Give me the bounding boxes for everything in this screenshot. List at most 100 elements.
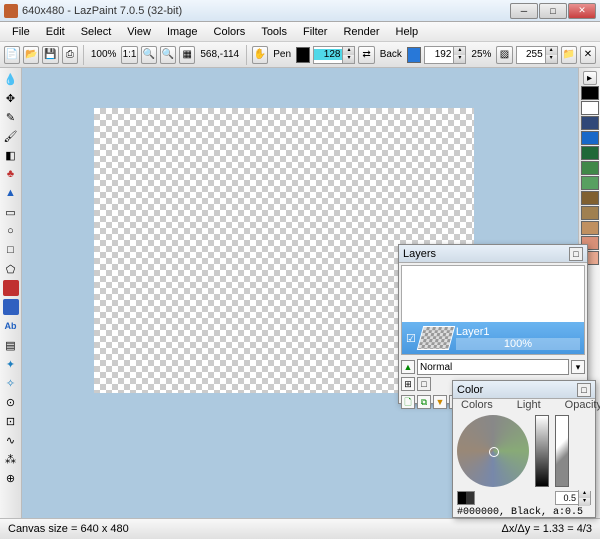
zoom-1to1-button[interactable]: 1:1 bbox=[121, 46, 137, 64]
minimize-button[interactable]: ─ bbox=[510, 3, 538, 19]
rect-select-tool[interactable]: ▭ bbox=[3, 204, 19, 220]
zoom-in-button[interactable]: 🔍 bbox=[141, 46, 157, 64]
hand-button[interactable]: ✋ bbox=[252, 46, 268, 64]
new-button[interactable]: 📄 bbox=[4, 46, 20, 64]
back-size-spinner[interactable]: ▴▾ bbox=[424, 46, 466, 64]
layer-menu-button[interactable]: ⊞ bbox=[401, 377, 415, 391]
color-compare-swatch[interactable] bbox=[457, 491, 475, 505]
layers-list[interactable]: ☑ Layer1 100% bbox=[401, 265, 585, 355]
alpha-icon[interactable]: ▨ bbox=[496, 46, 512, 64]
move-tool[interactable]: ✥ bbox=[3, 90, 19, 106]
close-file-button[interactable]: ✕ bbox=[580, 46, 596, 64]
opacity-slider[interactable] bbox=[555, 415, 569, 487]
back-color-swatch[interactable] bbox=[407, 47, 421, 63]
menu-select[interactable]: Select bbox=[73, 24, 120, 40]
deform-tool[interactable]: ✦ bbox=[3, 356, 19, 372]
pen-color-swatch[interactable] bbox=[296, 47, 310, 63]
clone-tool[interactable]: ▲ bbox=[3, 185, 19, 201]
alpha-spinner[interactable]: ▴▾ bbox=[516, 46, 558, 64]
layer-item[interactable]: ☑ Layer1 100% bbox=[402, 322, 584, 354]
color2-tool[interactable] bbox=[3, 299, 19, 315]
layer-opts-button[interactable]: □ bbox=[417, 377, 431, 391]
color-alpha-up[interactable]: ▴ bbox=[578, 490, 590, 498]
menu-image[interactable]: Image bbox=[159, 24, 206, 40]
palette-color[interactable] bbox=[581, 86, 599, 100]
palette-color[interactable] bbox=[581, 161, 599, 175]
palette-color[interactable] bbox=[581, 221, 599, 235]
rect-tool[interactable]: □ bbox=[3, 242, 19, 258]
menu-help[interactable]: Help bbox=[388, 24, 427, 40]
palette-menu-button[interactable]: ▸ bbox=[583, 71, 597, 85]
fill-tool[interactable]: ♣ bbox=[3, 166, 19, 182]
layers-close-button[interactable]: □ bbox=[569, 247, 583, 261]
brush-tool[interactable]: 🖌 bbox=[3, 128, 19, 144]
palette-color[interactable] bbox=[581, 146, 599, 160]
menu-filter[interactable]: Filter bbox=[295, 24, 335, 40]
pen-size-spinner[interactable]: ▴▾ bbox=[313, 46, 355, 64]
merge-down-button[interactable]: ▼ bbox=[433, 395, 447, 409]
back-size-down[interactable]: ▾ bbox=[453, 55, 465, 63]
magic-wand-tool[interactable]: ✧ bbox=[3, 375, 19, 391]
menu-view[interactable]: View bbox=[119, 24, 159, 40]
print-button[interactable]: ⎙ bbox=[62, 46, 78, 64]
pen-size-input[interactable] bbox=[314, 49, 342, 60]
close-button[interactable]: ✕ bbox=[568, 3, 596, 19]
blend-dropdown-button[interactable]: ▾ bbox=[571, 360, 585, 374]
pen-size-down[interactable]: ▾ bbox=[342, 55, 354, 63]
color-alpha-input[interactable] bbox=[556, 493, 578, 503]
back-size-up[interactable]: ▴ bbox=[453, 47, 465, 55]
pen-tool[interactable]: ✎ bbox=[3, 109, 19, 125]
color-panel[interactable]: Color □ Colors Light Opacity ▴▾ #000000,… bbox=[452, 380, 596, 518]
colorpicker-tool[interactable]: 💧 bbox=[3, 71, 19, 87]
dup-layer-button[interactable]: ⧉ bbox=[417, 395, 431, 409]
blend-mode-select[interactable] bbox=[417, 359, 569, 375]
alpha-up[interactable]: ▴ bbox=[545, 47, 557, 55]
color-alpha-spinner[interactable]: ▴▾ bbox=[555, 491, 591, 505]
palette-color[interactable] bbox=[581, 191, 599, 205]
palette-color[interactable] bbox=[581, 116, 599, 130]
statusbar: Canvas size = 640 x 480 Δx/Δy = 1.33 = 4… bbox=[0, 518, 600, 539]
save-button[interactable]: 💾 bbox=[42, 46, 58, 64]
lightness-slider[interactable] bbox=[535, 415, 549, 487]
folder-button[interactable]: 📁 bbox=[561, 46, 577, 64]
swap-colors-button[interactable]: ⇄ bbox=[358, 46, 374, 64]
palette-color[interactable] bbox=[581, 176, 599, 190]
spray-tool[interactable]: ⁂ bbox=[3, 451, 19, 467]
tolerance-value: 25% bbox=[469, 49, 493, 60]
gradient-tool[interactable]: ▤ bbox=[3, 337, 19, 353]
palette-color[interactable] bbox=[581, 206, 599, 220]
color-alpha-down[interactable]: ▾ bbox=[578, 498, 590, 506]
menu-file[interactable]: File bbox=[4, 24, 38, 40]
color1-tool[interactable] bbox=[3, 280, 19, 296]
menu-render[interactable]: Render bbox=[335, 24, 387, 40]
menu-tools[interactable]: Tools bbox=[253, 24, 295, 40]
layer-visible-icon[interactable]: ☑ bbox=[406, 332, 416, 345]
eraser-tool[interactable]: ◧ bbox=[3, 147, 19, 163]
open-button[interactable]: 📂 bbox=[23, 46, 39, 64]
layer-fx-button[interactable]: ▲ bbox=[401, 360, 415, 374]
pen-size-up[interactable]: ▴ bbox=[342, 47, 354, 55]
status-ratio: Δx/Δy = 1.33 = 4/3 bbox=[501, 523, 592, 535]
zoom-out-button[interactable]: 🔍 bbox=[160, 46, 176, 64]
misc-tool[interactable]: ⊕ bbox=[3, 470, 19, 486]
grid-button[interactable]: ▦ bbox=[179, 46, 195, 64]
polygon-tool[interactable]: ⬠ bbox=[3, 261, 19, 277]
curve-tool[interactable]: ∿ bbox=[3, 432, 19, 448]
palette-color[interactable] bbox=[581, 101, 599, 115]
maximize-button[interactable]: □ bbox=[539, 3, 567, 19]
new-layer-button[interactable]: 🗋 bbox=[401, 395, 415, 409]
crop-tool[interactable]: ⊡ bbox=[3, 413, 19, 429]
color-close-button[interactable]: □ bbox=[577, 383, 591, 397]
menu-colors[interactable]: Colors bbox=[206, 24, 254, 40]
colors-label: Colors bbox=[461, 399, 493, 411]
ellipse-tool[interactable]: ○ bbox=[3, 223, 19, 239]
palette-color[interactable] bbox=[581, 131, 599, 145]
text-tool[interactable]: Ab bbox=[3, 318, 19, 334]
color-title: Color bbox=[457, 384, 577, 396]
alpha-input[interactable] bbox=[517, 49, 545, 60]
back-size-input[interactable] bbox=[425, 49, 453, 60]
lasso-tool[interactable]: ⊙ bbox=[3, 394, 19, 410]
alpha-down[interactable]: ▾ bbox=[545, 55, 557, 63]
menu-edit[interactable]: Edit bbox=[38, 24, 73, 40]
color-wheel[interactable] bbox=[457, 415, 529, 487]
